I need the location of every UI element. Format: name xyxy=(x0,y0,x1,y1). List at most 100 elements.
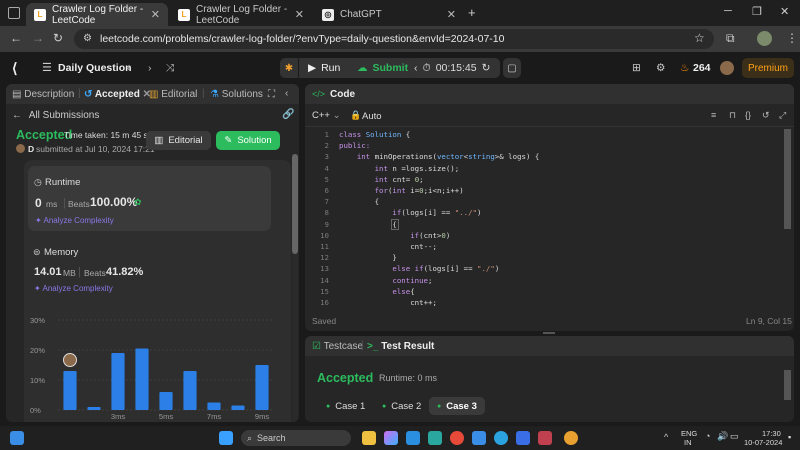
browser-tab-3[interactable]: ◎ ChatGPT ✕ xyxy=(314,3,464,26)
notes-button[interactable]: ▢ xyxy=(503,58,521,78)
settings-gear-icon[interactable]: ⚙ xyxy=(656,62,665,74)
timer-collapse-icon[interactable]: ‹ xyxy=(414,62,418,74)
your-submission-avatar-marker[interactable] xyxy=(63,353,77,367)
user-avatar[interactable] xyxy=(720,61,734,75)
premium-button[interactable]: Premium xyxy=(742,58,794,78)
next-question-icon[interactable]: › xyxy=(148,62,152,74)
code-line[interactable]: else{ xyxy=(339,286,414,297)
mail-icon[interactable] xyxy=(472,431,486,445)
auto-mode[interactable]: Auto xyxy=(362,111,382,122)
share-link-icon[interactable]: 🔗 xyxy=(282,109,294,120)
reset-code-icon[interactable]: ↺ xyxy=(762,110,770,121)
widgets-icon[interactable] xyxy=(10,431,24,445)
close-tab-icon[interactable]: ✕ xyxy=(151,8,160,21)
maximize-panel-icon[interactable]: ⛶ xyxy=(268,89,275,100)
close-tab-icon[interactable]: ✕ xyxy=(295,8,304,21)
format-code-icon[interactable]: ≡ xyxy=(711,110,716,120)
code-line[interactable]: else if(logs[i] == "./") xyxy=(339,263,499,274)
forward-icon[interactable]: → xyxy=(32,31,44,45)
chart-bar[interactable] xyxy=(87,407,101,410)
copilot-icon[interactable] xyxy=(384,431,398,445)
chart-bar[interactable] xyxy=(231,405,245,411)
code-line[interactable]: if(cnt>0) xyxy=(339,230,450,241)
chart-bar[interactable] xyxy=(159,392,173,410)
bookmark-star-icon[interactable]: ☆ xyxy=(694,31,705,45)
solution-button[interactable]: ✎ Solution xyxy=(216,131,280,150)
battery-icon[interactable]: ▭ xyxy=(730,431,739,442)
store-icon[interactable] xyxy=(516,431,530,445)
reload-icon[interactable]: ↻ xyxy=(53,31,63,45)
left-panel-scrollbar[interactable] xyxy=(292,154,298,422)
windows-start-icon[interactable] xyxy=(219,431,233,445)
code-line[interactable]: cnt++; xyxy=(339,297,437,308)
chrome-active-icon[interactable] xyxy=(564,431,578,445)
notifications-icon[interactable]: ▪ xyxy=(788,432,791,442)
code-line[interactable]: int n =logs.size(); xyxy=(339,163,460,174)
vscode-icon[interactable] xyxy=(406,431,420,445)
editorial-button[interactable]: ▥ Editorial xyxy=(146,131,211,150)
chart-bar[interactable] xyxy=(255,365,269,410)
tab-testcase[interactable]: ☑ Testcase xyxy=(312,341,363,352)
braces-icon[interactable]: {} xyxy=(745,110,751,120)
code-line[interactable]: { xyxy=(339,219,396,230)
case-2-button[interactable]: ● Case 2 xyxy=(374,397,429,415)
tab-solutions[interactable]: ⚗ Solutions xyxy=(210,89,263,100)
debug-button[interactable]: ✱ xyxy=(280,58,298,78)
code-line[interactable]: } xyxy=(339,252,396,263)
edge-icon[interactable] xyxy=(428,431,442,445)
tab-editorial[interactable]: ▥ Editorial xyxy=(149,89,197,100)
collapse-panel-icon[interactable]: ‹ xyxy=(285,88,288,99)
language-select[interactable]: C++ ⌄ xyxy=(312,110,341,121)
chart-bar[interactable] xyxy=(207,402,221,411)
code-line[interactable]: class Solution { xyxy=(339,129,410,140)
maximize-icon[interactable]: ❐ xyxy=(752,5,762,18)
browser-tab-2[interactable]: L Crawler Log Folder - LeetCode ✕ xyxy=(170,3,312,26)
scrollbar-thumb[interactable] xyxy=(784,370,791,400)
minimize-icon[interactable]: ─ xyxy=(724,5,732,17)
code-line[interactable]: for(int i=0;i<n;i++) xyxy=(339,185,464,196)
code-line[interactable]: int minOperations(vector<string>& logs) … xyxy=(339,151,540,162)
code-line[interactable]: if(logs[i] == "../") xyxy=(339,207,481,218)
file-explorer-icon[interactable] xyxy=(362,431,376,445)
case-1-button[interactable]: ● Case 1 xyxy=(318,397,373,415)
tab-accepted[interactable]: ↺ Accepted ✕ xyxy=(84,89,151,100)
submitter-name[interactable]: D xyxy=(28,144,34,154)
close-tab-icon[interactable]: ✕ xyxy=(447,8,456,21)
resize-handle[interactable] xyxy=(543,332,555,334)
tab-test-result[interactable]: >_ Test Result xyxy=(367,341,434,352)
scrollbar-thumb[interactable] xyxy=(292,154,298,254)
all-submissions-link[interactable]: ← All Submissions xyxy=(12,110,99,121)
code-editor[interactable]: 1 class Solution {2 public: 3 int minOperat… xyxy=(305,129,783,307)
chart-bar[interactable] xyxy=(183,371,197,410)
bookmark-icon[interactable]: ⊓ xyxy=(729,110,736,121)
run-button[interactable]: ▶ Run xyxy=(299,58,350,78)
site-info-icon[interactable]: ⚙ xyxy=(83,33,92,44)
case-3-button[interactable]: ● Case 3 xyxy=(429,397,485,415)
submit-button[interactable]: ☁ Submit xyxy=(348,58,418,78)
new-tab-icon[interactable]: + xyxy=(468,5,476,20)
daily-question-link[interactable]: Daily Question xyxy=(58,62,132,74)
prev-question-icon[interactable]: ‹ xyxy=(127,62,131,74)
window-close-icon[interactable]: ✕ xyxy=(780,5,789,18)
profile-avatar[interactable] xyxy=(757,31,772,46)
test-panel-scrollbar[interactable] xyxy=(784,356,791,422)
volume-icon[interactable]: 🔊 xyxy=(717,431,728,442)
streak-count[interactable]: 264 xyxy=(693,62,711,74)
problem-list-icon[interactable]: ☰ xyxy=(42,61,52,74)
code-editor-scrollbar[interactable] xyxy=(784,129,791,307)
chart-bar[interactable] xyxy=(111,353,125,410)
fullscreen-icon[interactable]: ⤢ xyxy=(779,110,786,121)
code-line[interactable]: continue; xyxy=(339,275,432,286)
app-icon[interactable] xyxy=(538,431,552,445)
analyze-complexity-link[interactable]: ✦ Analyze Complexity xyxy=(35,216,114,225)
code-line[interactable]: { xyxy=(339,196,379,207)
leetcode-logo-icon[interactable]: ⟨ xyxy=(12,60,17,77)
browser-tab-1[interactable]: L Crawler Log Folder - LeetCode ✕ xyxy=(26,3,168,26)
taskbar-search[interactable]: ⌕ Search xyxy=(241,430,351,446)
tray-chevron-up-icon[interactable]: ^ xyxy=(664,432,668,442)
chart-bar[interactable] xyxy=(63,371,77,410)
tab-search-icon[interactable] xyxy=(8,7,20,19)
language-top[interactable]: ENG xyxy=(681,429,697,438)
runtime-box[interactable]: ◷ Runtime 0 ms | Beats 100.00% ✿ ✦ Analy… xyxy=(28,166,271,231)
code-line[interactable]: public: xyxy=(339,140,370,151)
